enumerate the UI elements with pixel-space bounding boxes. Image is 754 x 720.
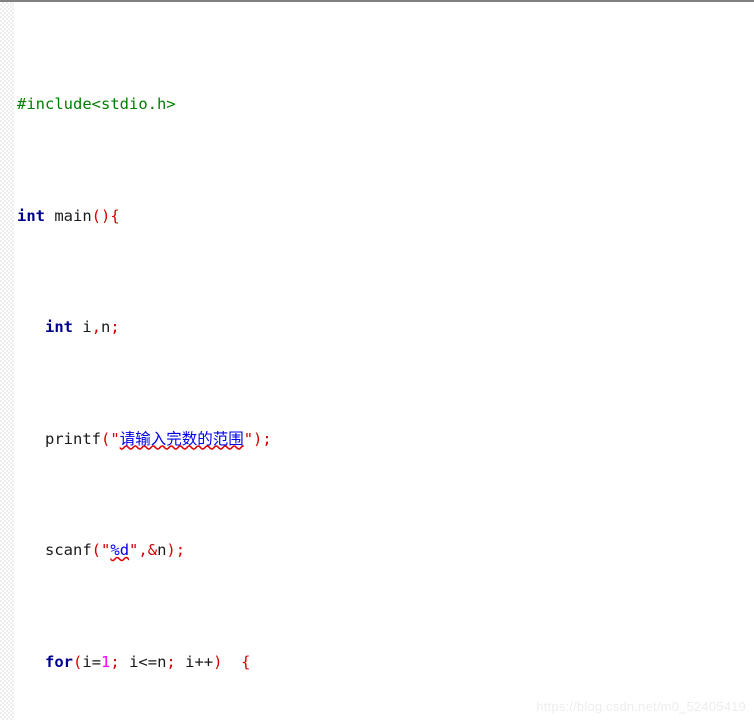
csdn-watermark: https://blog.csdn.net/m0_52405419 [536,699,746,714]
semicolon: ; [262,429,272,448]
var-i: i [82,652,92,671]
semicolon: ; [175,541,186,560]
number-1: 1 [101,652,111,671]
code-editor-view: #include<stdio.h> int main(){ int i,n; p… [0,0,754,720]
semicolon: ; [110,318,120,337]
ampersand: & [147,541,158,560]
keyword-int: int [45,318,73,337]
keyword-for: for [45,652,73,671]
paren-open: ( [73,652,83,671]
operator-increment: ++ [194,652,214,671]
comma: , [91,318,102,337]
quote-close: " [243,429,254,448]
brace-open: { [241,652,251,671]
quote-close: " [129,541,139,560]
paren-close: ) [253,429,263,448]
code-line-5: scanf("%d",&n); [17,539,754,561]
paren-open: ( [101,429,111,448]
code-line-6: for(i=1; i<=n; i++) { [17,651,754,673]
paren-open: ( [91,206,102,225]
code-line-4: printf("请输入完数的范围"); [17,428,754,450]
paren-close: ) [101,206,111,225]
var-i: i [129,652,139,671]
paren-close: ) [166,541,176,560]
var-i: i [82,318,92,337]
left-margin-gutter [0,2,14,720]
code-line-1: #include<stdio.h> [17,93,754,115]
preprocessor-include: #include<stdio.h> [17,95,176,114]
var-n: n [101,318,111,337]
string-format-d: %d [110,541,130,560]
comma: , [138,541,148,560]
operator-le: <= [138,652,158,671]
semicolon: ; [166,652,176,671]
string-prompt-chinese: 请输入完数的范围 [119,429,244,448]
semicolon: ; [110,652,120,671]
function-scanf: scanf [45,541,92,560]
operator-assign: = [91,652,102,671]
brace-open: { [110,206,120,225]
paren-open: ( [91,541,102,560]
function-main: main [54,206,92,225]
quote-open: " [110,429,120,448]
code-block: #include<stdio.h> int main(){ int i,n; p… [17,4,754,720]
keyword-int: int [17,206,45,225]
function-printf: printf [45,429,101,448]
code-line-3: int i,n; [17,316,754,338]
var-n: n [157,541,167,560]
code-line-2: int main(){ [17,205,754,227]
quote-open: " [101,541,111,560]
